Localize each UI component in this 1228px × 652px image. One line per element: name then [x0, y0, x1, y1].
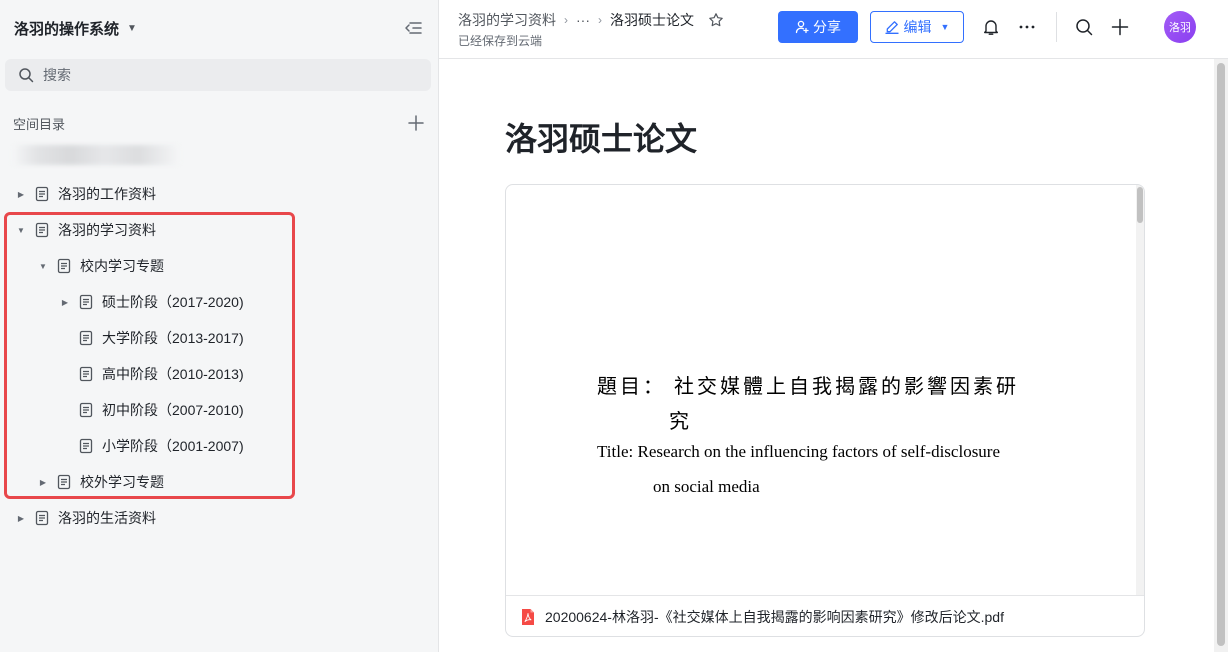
- tree-item-master[interactable]: ▶ 硕士阶段（2017-2020): [58, 284, 244, 320]
- pencil-icon: [884, 20, 899, 34]
- tree-item-study[interactable]: ▼ 洛羽的学习资料: [14, 212, 156, 248]
- blurred-space-owner: [12, 145, 180, 165]
- tree-item-label: 洛羽的工作资料: [58, 186, 156, 202]
- chevron-down-icon: ▼: [127, 22, 137, 34]
- document-icon: [34, 510, 50, 526]
- pdf-scrollbar[interactable]: [1136, 185, 1144, 595]
- toolbar-divider: [1056, 12, 1057, 42]
- share-label: 分享: [813, 19, 841, 35]
- sidebar: 洛羽的操作系统 ▼ 搜索 空间目录 ▶ 洛羽的工作资料 ▼ 洛羽的学习资料 ▼ …: [0, 0, 439, 652]
- search-icon[interactable]: [1072, 15, 1096, 39]
- pdf-file-icon: [520, 608, 536, 626]
- save-status: 已经保存到云端: [458, 34, 543, 48]
- breadcrumb-current: 洛羽硕士论文: [610, 12, 694, 28]
- bell-icon[interactable]: [979, 15, 1003, 39]
- tree-item-highschool[interactable]: 高中阶段（2010-2013): [58, 356, 244, 392]
- add-user-icon: [795, 20, 809, 34]
- breadcrumb-parent[interactable]: 洛羽的学习资料: [458, 10, 556, 30]
- pdf-page[interactable]: 題目： 社交媒體上自我揭露的影響因素研 究 Title: Research on…: [506, 185, 1144, 595]
- tree-item-label: 洛羽的学习资料: [58, 222, 156, 238]
- tree-item-university[interactable]: 大学阶段（2013-2017): [58, 320, 244, 356]
- page-title: 洛羽硕士论文: [505, 121, 698, 157]
- tree-item-middleschool[interactable]: 初中阶段（2007-2010): [58, 392, 244, 428]
- tree-item-primary[interactable]: 小学阶段（2001-2007): [58, 428, 244, 464]
- document-icon: [78, 438, 94, 454]
- share-button[interactable]: 分享: [778, 11, 858, 43]
- star-icon[interactable]: [708, 12, 724, 28]
- breadcrumb-ellipsis[interactable]: ···: [576, 12, 590, 28]
- tree-item-label: 硕士阶段（2017-2020): [102, 294, 244, 310]
- caret-right-icon[interactable]: ▶: [14, 511, 28, 525]
- tree-item-label: 高中阶段（2010-2013): [102, 366, 244, 382]
- edit-label: 编辑: [903, 19, 932, 35]
- search-input[interactable]: 搜索: [5, 59, 431, 91]
- pdf-cn-title-line1: 題目： 社交媒體上自我揭露的影響因素研: [597, 376, 1019, 398]
- chevron-right-icon: ›: [598, 13, 602, 27]
- pdf-cn-title-line2: 究: [669, 411, 692, 433]
- breadcrumb: 洛羽的学习资料 › ··· › 洛羽硕士论文: [458, 10, 724, 30]
- chevron-right-icon: ›: [564, 13, 568, 27]
- pdf-scrollbar-thumb[interactable]: [1137, 187, 1143, 223]
- tree-item-label: 大学阶段（2013-2017): [102, 330, 244, 346]
- pdf-file-link[interactable]: 20200624-林洛羽-《社交媒体上自我揭露的影响因素研究》修改后论文.pdf: [506, 595, 1144, 636]
- main-scrollbar[interactable]: [1214, 59, 1228, 652]
- tree-item-label: 小学阶段（2001-2007): [102, 438, 244, 454]
- top-bar: 洛羽的学习资料 › ··· › 洛羽硕士论文 已经保存到云端 分享 编辑 ▼ 洛…: [439, 0, 1228, 59]
- caret-down-icon[interactable]: ▼: [36, 259, 50, 273]
- avatar[interactable]: 洛羽: [1164, 11, 1196, 43]
- main-scrollbar-thumb[interactable]: [1217, 63, 1225, 646]
- workspace-title: 洛羽的操作系统: [14, 20, 120, 38]
- tree-item-label: 校外学习专题: [80, 474, 164, 490]
- document-icon: [34, 186, 50, 202]
- tree-item-label: 洛羽的生活资料: [58, 510, 156, 526]
- tree-item-campus[interactable]: ▼ 校内学习专题: [36, 248, 164, 284]
- collapse-sidebar-icon[interactable]: [402, 17, 424, 39]
- document-icon: [56, 258, 72, 274]
- pdf-en-title-line2: on social media: [653, 477, 760, 496]
- edit-button[interactable]: 编辑 ▼: [870, 11, 964, 43]
- document-icon: [34, 222, 50, 238]
- tree-item-label: 校内学习专题: [80, 258, 164, 274]
- tree-item-offcampus[interactable]: ▶ 校外学习专题: [36, 464, 164, 500]
- document-icon: [56, 474, 72, 490]
- document-area: 洛羽硕士论文 題目： 社交媒體上自我揭露的影響因素研 究 Title: Rese…: [439, 59, 1228, 652]
- tree-item-life[interactable]: ▶ 洛羽的生活资料: [14, 500, 156, 536]
- workspace-switcher[interactable]: 洛羽的操作系统 ▼: [14, 17, 137, 39]
- add-page-icon[interactable]: [407, 114, 425, 132]
- pdf-preview-card[interactable]: 題目： 社交媒體上自我揭露的影響因素研 究 Title: Research on…: [505, 184, 1145, 637]
- caret-right-icon[interactable]: ▶: [36, 475, 50, 489]
- tree-item-label: 初中阶段（2007-2010): [102, 402, 244, 418]
- chevron-down-icon: ▼: [940, 22, 950, 32]
- document-icon: [78, 330, 94, 346]
- document-icon: [78, 294, 94, 310]
- caret-down-icon[interactable]: ▼: [14, 223, 28, 237]
- pdf-file-name: 20200624-林洛羽-《社交媒体上自我揭露的影响因素研究》修改后论文.pdf: [545, 608, 1004, 625]
- section-header: 空间目录: [13, 114, 425, 132]
- search-icon: [18, 67, 34, 83]
- more-icon[interactable]: [1015, 15, 1039, 39]
- tree-item-work[interactable]: ▶ 洛羽的工作资料: [14, 176, 156, 212]
- caret-right-icon[interactable]: ▶: [14, 187, 28, 201]
- search-placeholder: 搜索: [43, 67, 71, 83]
- section-label: 空间目录: [13, 116, 66, 132]
- pdf-en-title-line1: Title: Research on the influencing facto…: [597, 442, 1001, 461]
- document-icon: [78, 366, 94, 382]
- document-icon: [78, 402, 94, 418]
- caret-right-icon[interactable]: ▶: [58, 295, 72, 309]
- plus-icon[interactable]: [1108, 15, 1132, 39]
